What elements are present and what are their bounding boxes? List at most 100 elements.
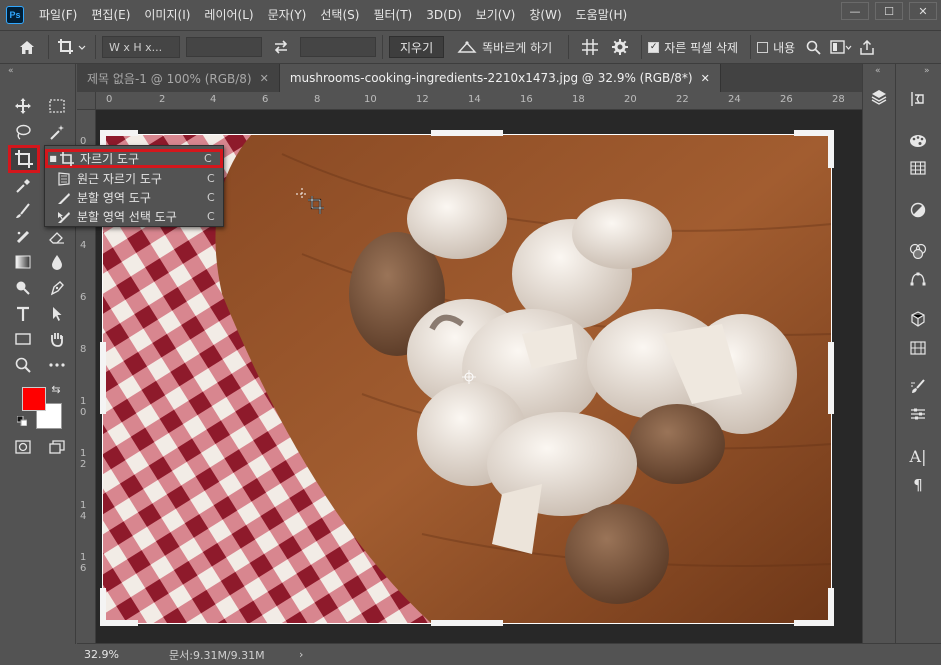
tab-mushrooms[interactable]: mushrooms-cooking-ingredients-2210x1473.… (279, 64, 721, 92)
tool-presets-icon[interactable] (906, 403, 930, 425)
crop-handle-bottom-right[interactable] (828, 588, 834, 626)
blur-icon[interactable] (44, 250, 70, 274)
crop-handle-top-right[interactable] (828, 130, 834, 168)
screen-mode-icon[interactable] (44, 435, 70, 459)
menu-help[interactable]: 도움말(H) (569, 0, 635, 30)
type-tool-icon[interactable] (10, 302, 36, 326)
crop-preset-icon[interactable] (55, 38, 89, 56)
share-icon[interactable] (855, 39, 879, 55)
lasso-tool-icon[interactable] (10, 120, 36, 144)
brush-settings-icon[interactable] (906, 376, 930, 398)
close-icon[interactable]: ✕ (701, 72, 710, 85)
crop-handle-bottom-left[interactable] (100, 588, 106, 626)
3d-cube-icon[interactable] (906, 308, 930, 330)
menu-type[interactable]: 문자(Y) (261, 0, 314, 30)
delete-pixels-checkbox[interactable]: ✓ (648, 41, 660, 53)
move-tool-icon[interactable] (10, 94, 36, 118)
adjustments-icon[interactable] (906, 199, 930, 221)
straighten-label[interactable]: 똑바르게 하기 (482, 39, 552, 56)
menu-file[interactable]: 파일(F) (32, 0, 84, 30)
character-panel-icon[interactable]: A| (906, 445, 930, 467)
workspace-icon[interactable] (827, 40, 855, 54)
paragraph-panel-icon[interactable]: ¶ (906, 474, 930, 496)
foreground-color-swatch[interactable] (22, 387, 46, 411)
close-icon[interactable]: ✕ (260, 72, 269, 85)
path-selection-icon[interactable] (44, 302, 70, 326)
close-button[interactable]: ✕ (909, 2, 937, 20)
crop-handle-top[interactable] (431, 130, 503, 136)
flyout-slice-tool[interactable]: 분할 영역 도구 C (45, 188, 223, 207)
document-tabs: 제목 없음-1 @ 100% (RGB/8) ✕ mushrooms-cooki… (77, 64, 862, 92)
history-panel-icon[interactable] (906, 88, 930, 110)
chevron-right-icon[interactable]: › (299, 648, 303, 661)
menu-edit[interactable]: 편집(E) (84, 0, 137, 30)
timeline-icon[interactable] (906, 337, 930, 359)
search-icon[interactable] (799, 40, 827, 55)
menu-filter[interactable]: 필터(T) (366, 0, 419, 30)
marquee-tool-icon[interactable] (44, 94, 70, 118)
more-tools-icon[interactable] (44, 353, 70, 377)
ruler-corner (77, 92, 96, 110)
ruler-tick-label: 28 (832, 94, 845, 105)
ruler-tick-label: 26 (780, 94, 793, 105)
default-colors-icon[interactable] (14, 414, 30, 428)
hand-tool-icon[interactable] (44, 327, 70, 351)
crop-cursor-icon (296, 188, 326, 216)
color-palette-icon[interactable] (906, 130, 930, 152)
eyedropper-icon[interactable] (10, 174, 36, 198)
collapse-arrows-icon[interactable]: « (8, 66, 14, 76)
ruler-tick-label: 16 (520, 94, 533, 105)
eraser-icon[interactable] (44, 225, 70, 249)
flyout-shortcut: C (204, 152, 212, 165)
quick-mask-icon[interactable] (10, 435, 36, 459)
ruler-tick-label: 4 (210, 94, 217, 105)
menu-3d[interactable]: 3D(D) (419, 0, 468, 30)
minimize-button[interactable]: — (841, 2, 869, 20)
layers-panel-icon[interactable] (867, 86, 891, 108)
channels-icon[interactable] (906, 240, 930, 262)
swap-icon[interactable] (268, 40, 294, 54)
paths-icon[interactable] (906, 267, 930, 289)
collapse-arrows-icon[interactable]: « (875, 66, 881, 76)
flyout-perspective-crop-tool[interactable]: 원근 자르기 도구 C (45, 169, 223, 188)
dodge-icon[interactable] (10, 276, 36, 300)
overlay-grid-icon[interactable] (575, 38, 605, 56)
crop-handle-right[interactable] (828, 342, 834, 414)
crop-handle-bottom[interactable] (431, 620, 503, 626)
collapse-arrows-icon[interactable]: » (924, 66, 930, 76)
flyout-label: 원근 자르기 도구 (77, 172, 162, 186)
pen-icon[interactable] (44, 276, 70, 300)
rectangle-tool-icon[interactable] (10, 327, 36, 351)
swap-colors-icon[interactable]: ⇆ (48, 382, 64, 396)
clear-button[interactable]: 지우기 (389, 36, 445, 58)
ratio-dropdown[interactable]: W x H x... (102, 36, 180, 58)
menu-layer[interactable]: 레이어(L) (197, 0, 260, 30)
separator (750, 35, 752, 59)
gear-icon[interactable] (605, 39, 635, 55)
menu-image[interactable]: 이미지(I) (137, 0, 197, 30)
brush-icon[interactable] (10, 199, 36, 223)
maximize-button[interactable]: ☐ (875, 2, 903, 20)
slice-select-icon (55, 210, 73, 224)
width-field[interactable] (186, 37, 262, 57)
crop-handle-left[interactable] (100, 342, 106, 414)
flyout-slice-select-tool[interactable]: 분할 영역 선택 도구 C (45, 207, 223, 226)
straighten-icon[interactable] (452, 40, 482, 54)
ruler-tick-label: 12 (416, 94, 429, 105)
gradient-icon[interactable] (10, 250, 36, 274)
menu-view[interactable]: 보기(V) (469, 0, 523, 30)
content-aware-checkbox[interactable] (757, 41, 769, 53)
horizontal-ruler[interactable]: 0 2 4 6 8 10 12 14 16 18 20 22 24 26 28 (96, 92, 862, 110)
height-field[interactable] (300, 37, 376, 57)
magic-wand-icon[interactable] (44, 120, 70, 144)
home-icon[interactable] (12, 40, 42, 55)
flyout-crop-tool[interactable]: ■ 자르기 도구 C (45, 149, 223, 168)
menu-window[interactable]: 창(W) (522, 0, 568, 30)
swatches-grid-icon[interactable] (906, 157, 930, 179)
zoom-tool-icon[interactable] (10, 353, 36, 377)
zoom-level-field[interactable]: 32.9% (81, 646, 129, 664)
healing-brush-icon[interactable] (10, 225, 36, 249)
crop-tool-icon[interactable] (8, 145, 40, 173)
menu-select[interactable]: 선택(S) (313, 0, 366, 30)
tab-untitled[interactable]: 제목 없음-1 @ 100% (RGB/8) ✕ (77, 64, 280, 92)
